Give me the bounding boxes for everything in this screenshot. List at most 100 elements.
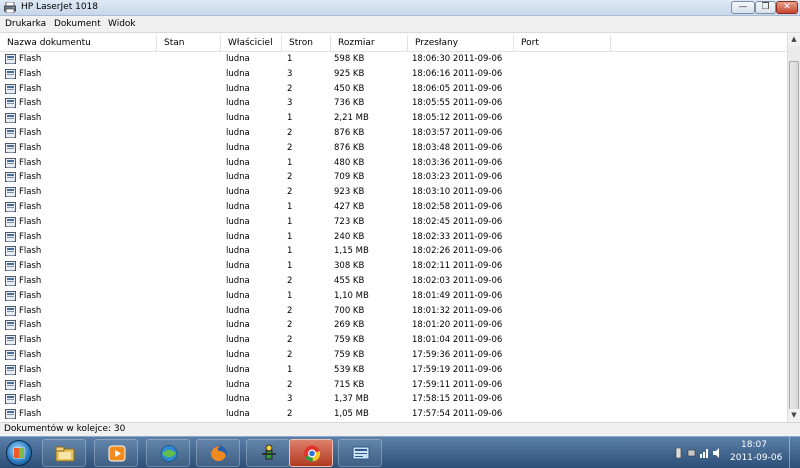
cell-name: Flash bbox=[19, 157, 42, 168]
cell-size: 1,37 MB bbox=[334, 394, 369, 405]
cell-port bbox=[521, 274, 611, 289]
cell-name: Flash bbox=[19, 364, 42, 375]
table-row[interactable]: Flash ludna 1 2,21 MB 18:05:12 2011-09-06 bbox=[0, 111, 787, 126]
cell-size: 455 KB bbox=[334, 276, 365, 286]
scroll-down-arrow-icon[interactable]: ▼ bbox=[788, 409, 800, 422]
table-row[interactable]: Flash ludna 2 715 KB 17:59:11 2011-09-06 bbox=[0, 378, 787, 393]
cell-name: Flash bbox=[19, 231, 42, 242]
column-header-size[interactable]: Rozmiar bbox=[331, 35, 408, 51]
table-row[interactable]: Flash ludna 1 1,10 MB 18:01:49 2011-09-06 bbox=[0, 289, 787, 304]
cell-pages: 2 bbox=[287, 350, 293, 360]
scrollbar-thumb[interactable] bbox=[789, 61, 799, 428]
cell-pages: 2 bbox=[287, 409, 293, 420]
cell-status bbox=[164, 274, 221, 289]
tray-usb-icon[interactable] bbox=[687, 448, 696, 458]
window-title: HP LaserJet 1018 bbox=[21, 2, 98, 12]
cell-name: Flash bbox=[19, 350, 42, 360]
cell-submitted: 18:06:05 2011-09-06 bbox=[412, 83, 503, 94]
table-row[interactable]: Flash ludna 1 539 KB 17:59:19 2011-09-06 bbox=[0, 363, 787, 378]
close-button[interactable]: ✕ bbox=[776, 1, 798, 14]
document-icon bbox=[5, 276, 16, 286]
column-header-submitted[interactable]: Przesłany bbox=[408, 35, 514, 51]
table-row[interactable]: Flash ludna 3 736 KB 18:05:55 2011-09-06 bbox=[0, 96, 787, 111]
cell-pages: 3 bbox=[287, 68, 293, 79]
cell-pages: 1 bbox=[287, 364, 293, 375]
cell-owner: ludna bbox=[226, 350, 250, 360]
column-header-port[interactable]: Port bbox=[514, 35, 611, 51]
cell-port bbox=[521, 318, 611, 333]
table-row[interactable]: Flash ludna 2 700 KB 18:01:32 2011-09-06 bbox=[0, 304, 787, 319]
taskbar-app[interactable] bbox=[246, 439, 290, 467]
cell-name: Flash bbox=[19, 216, 42, 227]
menu-dokument[interactable]: Dokument bbox=[54, 19, 101, 29]
menu-drukarka[interactable]: Drukarka bbox=[5, 19, 46, 29]
table-row[interactable]: Flash ludna 2 269 KB 18:01:20 2011-09-06 bbox=[0, 318, 787, 333]
cell-status bbox=[164, 333, 221, 348]
start-button[interactable] bbox=[6, 440, 32, 466]
column-header-pages[interactable]: Stron bbox=[282, 35, 331, 51]
table-row[interactable]: Flash ludna 2 759 KB 18:01:04 2011-09-06 bbox=[0, 333, 787, 348]
table-row[interactable]: Flash ludna 1 308 KB 18:02:11 2011-09-06 bbox=[0, 259, 787, 274]
cell-name: Flash bbox=[19, 379, 42, 390]
table-row[interactable]: Flash ludna 1 427 KB 18:02:58 2011-09-06 bbox=[0, 200, 787, 215]
document-icon bbox=[5, 364, 16, 375]
cell-name: Flash bbox=[19, 290, 42, 301]
show-desktop-button[interactable] bbox=[789, 437, 800, 468]
table-row[interactable]: Flash ludna 3 925 KB 18:06:16 2011-09-06 bbox=[0, 67, 787, 82]
cell-status bbox=[164, 126, 221, 141]
table-row[interactable]: Flash ludna 2 450 KB 18:06:05 2011-09-06 bbox=[0, 82, 787, 97]
maximize-button[interactable]: ❐ bbox=[755, 1, 776, 14]
cell-name: Flash bbox=[19, 276, 42, 286]
table-row[interactable]: Flash ludna 2 876 KB 18:03:48 2011-09-06 bbox=[0, 141, 787, 156]
cell-name: Flash bbox=[19, 394, 42, 405]
column-header-name[interactable]: Nazwa dokumentu bbox=[0, 35, 157, 51]
document-icon bbox=[5, 394, 16, 405]
cell-name: Flash bbox=[19, 128, 42, 138]
print-queue-list[interactable]: Nazwa dokumentu Stan Właściciel Stron Ro… bbox=[0, 33, 800, 422]
taskbar-media-player[interactable] bbox=[94, 439, 138, 467]
menu-widok[interactable]: Widok bbox=[108, 19, 136, 29]
table-row[interactable]: Flash ludna 2 923 KB 18:03:10 2011-09-06 bbox=[0, 185, 787, 200]
minimize-button[interactable]: — bbox=[731, 1, 755, 14]
table-row[interactable]: Flash ludna 2 876 KB 18:03:57 2011-09-06 bbox=[0, 126, 787, 141]
scroll-up-arrow-icon[interactable]: ▲ bbox=[788, 33, 800, 46]
cell-port bbox=[521, 378, 611, 393]
vertical-scrollbar[interactable]: ▲ ▼ bbox=[787, 33, 800, 428]
cell-owner: ludna bbox=[226, 290, 250, 301]
cell-size: 539 KB bbox=[334, 364, 365, 375]
table-row[interactable]: Flash ludna 3 1,37 MB 17:58:15 2011-09-06 bbox=[0, 392, 787, 407]
tray-volume-icon[interactable] bbox=[713, 448, 722, 458]
table-row[interactable]: Flash ludna 1 240 KB 18:02:33 2011-09-06 bbox=[0, 230, 787, 245]
cell-owner: ludna bbox=[226, 379, 250, 390]
table-row[interactable]: Flash ludna 2 759 KB 17:59:36 2011-09-06 bbox=[0, 348, 787, 363]
table-row[interactable]: Flash ludna 2 709 KB 18:03:23 2011-09-06 bbox=[0, 170, 787, 185]
cell-submitted: 18:05:55 2011-09-06 bbox=[412, 98, 503, 109]
cell-port bbox=[521, 126, 611, 141]
cell-status bbox=[164, 170, 221, 185]
column-header-status[interactable]: Stan bbox=[157, 35, 221, 51]
cell-status bbox=[164, 304, 221, 319]
taskbar-print-queue[interactable] bbox=[338, 439, 382, 467]
table-row[interactable]: Flash ludna 1 480 KB 18:03:36 2011-09-06 bbox=[0, 156, 787, 171]
cell-owner: ludna bbox=[226, 364, 250, 375]
cell-submitted: 18:01:49 2011-09-06 bbox=[412, 290, 503, 301]
cell-owner: ludna bbox=[226, 202, 250, 212]
table-row[interactable]: Flash ludna 1 1,15 MB 18:02:26 2011-09-06 bbox=[0, 244, 787, 259]
taskbar-explorer[interactable] bbox=[42, 439, 86, 467]
taskbar-firefox[interactable] bbox=[196, 439, 240, 467]
table-row[interactable]: Flash ludna 1 598 KB 18:06:30 2011-09-06 bbox=[0, 52, 787, 67]
clock-date[interactable]: 2011-09-06 bbox=[730, 453, 782, 463]
cell-submitted: 17:59:36 2011-09-06 bbox=[412, 350, 503, 360]
cell-submitted: 18:01:20 2011-09-06 bbox=[412, 320, 503, 331]
cell-port bbox=[521, 289, 611, 304]
tray-network-icon[interactable] bbox=[700, 448, 709, 458]
tray-phone-icon[interactable] bbox=[674, 448, 683, 458]
table-row[interactable]: Flash ludna 2 1,05 MB 17:57:54 2011-09-06 bbox=[0, 407, 787, 422]
table-row[interactable]: Flash ludna 2 455 KB 18:02:03 2011-09-06 bbox=[0, 274, 787, 289]
document-icon bbox=[5, 231, 16, 242]
column-header-owner[interactable]: Właściciel bbox=[221, 35, 282, 51]
taskbar-network[interactable] bbox=[146, 439, 190, 467]
table-row[interactable]: Flash ludna 1 723 KB 18:02:45 2011-09-06 bbox=[0, 215, 787, 230]
clock-time[interactable]: 18:07 bbox=[741, 440, 767, 450]
taskbar-chrome[interactable] bbox=[289, 439, 333, 467]
